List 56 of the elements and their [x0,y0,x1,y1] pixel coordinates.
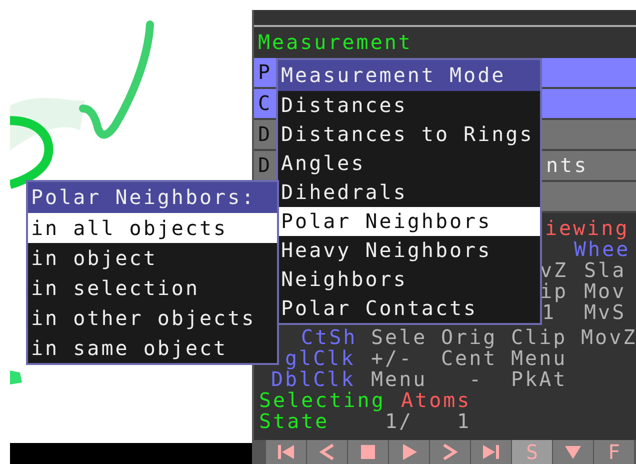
ribbon-drawing [10,370,22,384]
action-label: 1/ [385,411,414,432]
player-button[interactable] [471,440,511,464]
mouse-button-label: Whee [574,239,630,260]
menu-item[interactable]: Distances to Rings [278,120,540,149]
mouse-button-label: DblClk [271,369,356,390]
action-label: Menu [371,369,428,390]
action-label: vZ [540,260,568,281]
action-label: Clip [511,327,568,348]
player-button[interactable] [348,440,388,464]
menu-item[interactable]: Heavy Neighbors [278,236,540,265]
action-label: Sla [584,260,626,281]
action-label: ip [540,281,568,302]
button-text: nts [546,152,588,179]
chevron-right-icon [440,442,460,462]
menu-item[interactable]: Polar Contacts [278,294,540,323]
menu-item[interactable]: Angles [278,149,540,178]
menu-item[interactable]: in same object [28,333,277,363]
action-label: Sele [371,327,428,348]
action-label: - [469,369,484,390]
status-label: State [259,411,330,432]
player-button[interactable] [430,440,470,464]
menu-title: Measurement Mode [278,60,540,91]
action-label: 1 [542,302,556,323]
player-button[interactable] [553,440,593,464]
mouse-button-label: CtSh [301,327,358,348]
action-label: Cent [441,348,498,369]
status-label: Selecting [259,390,386,411]
action-label: Orig [441,327,498,348]
menu-item[interactable]: in all objects [28,213,277,243]
action-label: PkAt [511,369,568,390]
menu-item[interactable]: in selection [28,273,277,303]
player-button[interactable] [389,440,429,464]
menu-item[interactable]: Polar Neighbors [278,207,540,236]
action-label: MovZ [581,327,636,348]
mouse-button-label: glClk [285,348,356,369]
mode-label: iewing [545,218,630,239]
action-label: Menu [511,348,568,369]
player-button[interactable] [307,440,347,464]
menu-item[interactable]: Neighbors [278,265,540,294]
menu-item[interactable]: Distances [278,91,540,120]
stop-icon [358,442,378,462]
menu-title: Polar Neighbors: [28,182,277,213]
last-frame-icon [481,442,501,462]
menu-item[interactable]: in other objects [28,303,277,333]
action-label: +/- [371,348,414,369]
player-button[interactable] [266,440,306,464]
first-frame-icon [276,442,296,462]
action-label: 1 [457,411,472,432]
panel-title: Measurement [257,29,414,56]
mode-label: Atoms [401,390,472,411]
menu-item[interactable]: in object [28,243,277,273]
action-label: Mov [584,281,626,302]
menu-item[interactable]: Dihedrals [278,178,540,207]
action-label: MvS [584,302,626,323]
chevron-left-icon [317,442,337,462]
